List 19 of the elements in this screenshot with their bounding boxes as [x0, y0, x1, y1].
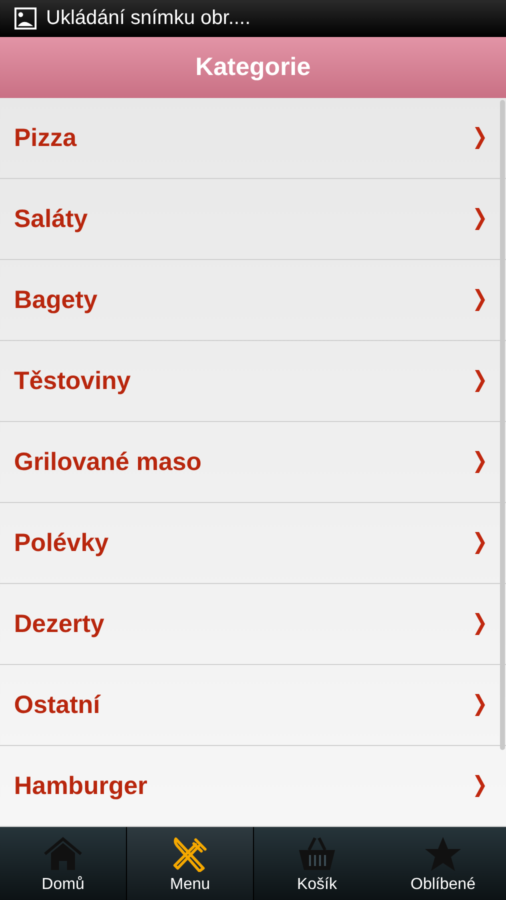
header-title: Kategorie [195, 53, 311, 82]
tab[interactable]: Košík [254, 827, 380, 900]
chevron-icon [474, 370, 486, 392]
tab[interactable]: Menu [126, 827, 254, 900]
chevron-icon [474, 289, 486, 311]
basket-icon [297, 836, 337, 872]
chevron-icon [474, 208, 486, 230]
chevron-icon [474, 532, 486, 554]
home-icon [43, 836, 83, 872]
picture-icon [14, 7, 37, 30]
star-icon [423, 836, 463, 872]
chevron-icon [474, 775, 486, 797]
tab[interactable]: Oblíbené [380, 827, 506, 900]
chevron-icon [474, 613, 486, 635]
chevron-icon [474, 451, 486, 473]
tab[interactable]: Domů [0, 827, 126, 900]
chevron-icon [474, 694, 486, 716]
chevron-icon [474, 127, 486, 149]
notification-text: Ukládání snímku obr.... [46, 7, 251, 30]
